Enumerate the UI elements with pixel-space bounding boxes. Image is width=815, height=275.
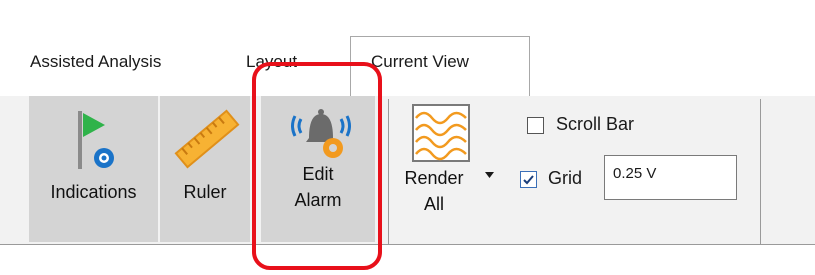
scroll-bar-checkbox[interactable]	[527, 117, 544, 134]
tab-assisted-analysis[interactable]: Assisted Analysis	[30, 52, 161, 72]
render-all-button[interactable]: Render All	[402, 100, 494, 242]
grid-label: Grid	[548, 168, 583, 188]
render-all-label-line2: All	[423, 194, 444, 214]
ribbon-separator	[388, 99, 389, 244]
ruler-button[interactable]: Ruler	[160, 96, 250, 242]
highlight-annotation	[252, 62, 382, 270]
render-all-label-line1: Render	[404, 168, 464, 188]
indications-label: Indications	[50, 182, 137, 202]
ribbon-bottom-border	[0, 244, 815, 245]
tab-current-view[interactable]: Current View	[371, 52, 469, 72]
grid-checkbox[interactable]	[520, 171, 537, 188]
checkmark-icon	[523, 175, 534, 185]
indications-button[interactable]: Indications	[29, 96, 158, 242]
scroll-bar-label: Scroll Bar	[556, 114, 635, 134]
dropdown-arrow-icon[interactable]	[485, 172, 494, 178]
ruler-icon	[174, 109, 240, 169]
waveform-icon	[412, 104, 470, 162]
ribbon-separator-right	[760, 99, 761, 244]
ruler-label: Ruler	[183, 182, 227, 202]
grid-value-input[interactable]: 0.25 V	[604, 155, 737, 200]
flag-eye-icon	[78, 111, 114, 169]
